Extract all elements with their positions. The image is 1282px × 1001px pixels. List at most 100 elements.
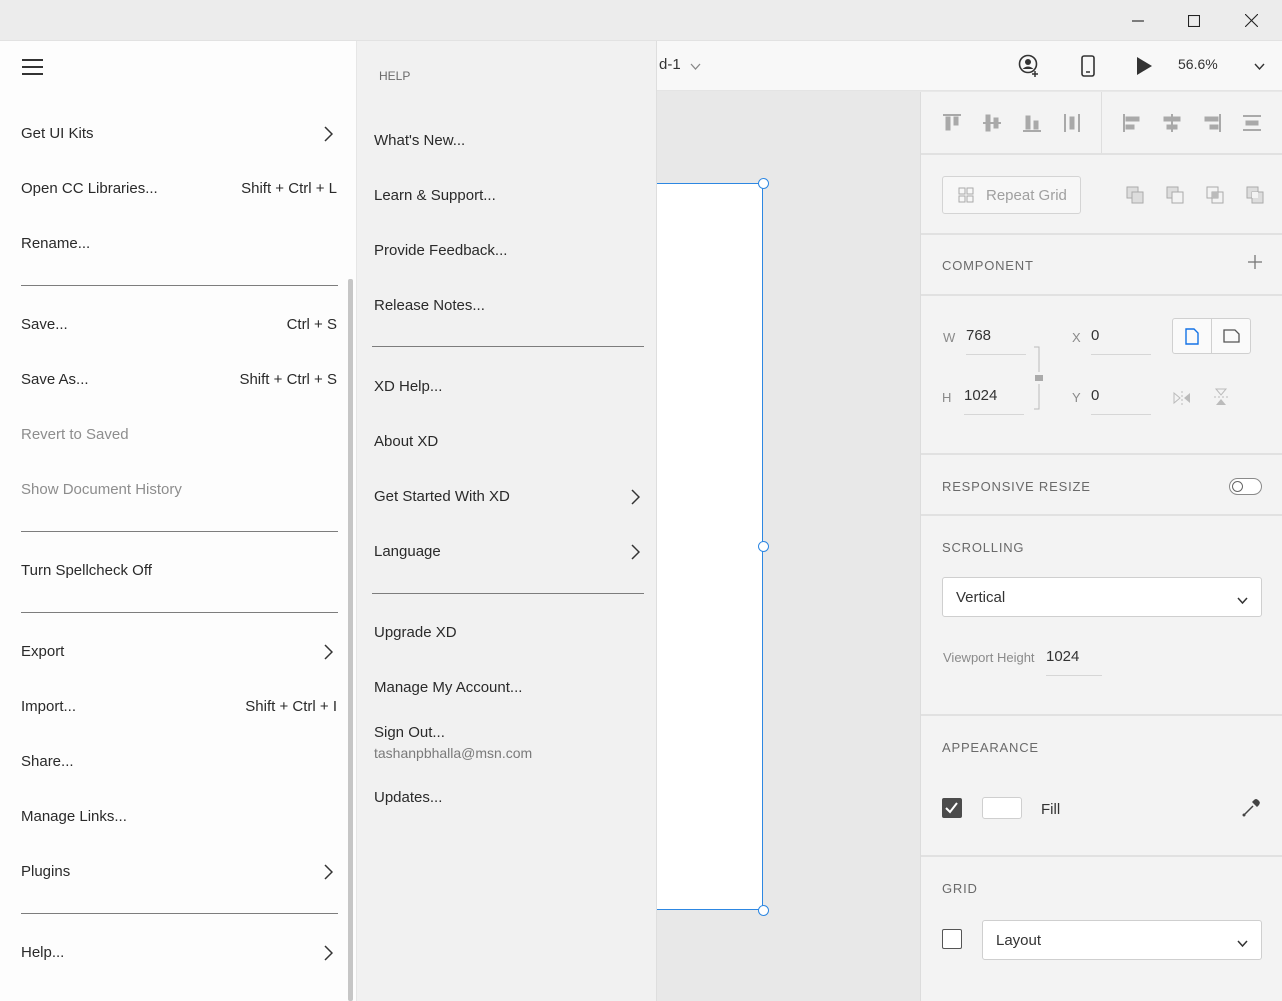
- menu-item-label: Turn Spellcheck Off: [21, 562, 152, 579]
- flip-horizontal-icon[interactable]: [1173, 391, 1191, 408]
- height-input[interactable]: 1024: [964, 387, 1024, 415]
- y-input[interactable]: 0: [1091, 387, 1151, 415]
- help-item-upgrade-xd[interactable]: Upgrade XD: [374, 614, 644, 654]
- help-item-label: Provide Feedback...: [374, 242, 508, 259]
- play-preview-icon[interactable]: [1133, 54, 1155, 78]
- boolean-exclude-icon[interactable]: [1245, 185, 1265, 205]
- align-right-icon[interactable]: [1201, 112, 1223, 134]
- help-item-language[interactable]: Language: [374, 533, 644, 573]
- landscape-icon[interactable]: [1211, 318, 1251, 354]
- zoom-chevron-down-icon[interactable]: [1254, 58, 1265, 74]
- menu-item-label: Open CC Libraries...: [21, 180, 158, 197]
- chevron-right-icon: [324, 945, 334, 965]
- menu-item-manage-links[interactable]: Manage Links...: [21, 798, 337, 838]
- appearance-section: APPEARANCE Fill: [921, 716, 1282, 857]
- align-bottom-icon[interactable]: [1021, 112, 1043, 134]
- menu-item-shortcut: Shift + Ctrl + L: [241, 180, 337, 197]
- help-item-label: Language: [374, 543, 441, 560]
- menu-item-plugins[interactable]: Plugins: [21, 853, 337, 893]
- document-title[interactable]: d-1: [659, 56, 681, 73]
- x-input[interactable]: 0: [1091, 327, 1151, 355]
- scrolling-select[interactable]: Vertical: [942, 577, 1262, 617]
- help-item-label: Manage My Account...: [374, 679, 523, 696]
- help-item-provide-feedback[interactable]: Provide Feedback...: [374, 232, 644, 272]
- grid-checkbox[interactable]: [942, 929, 962, 949]
- grid-type-value: Layout: [996, 931, 1042, 949]
- menu-separator: [21, 531, 338, 532]
- minimize-icon[interactable]: [1115, 0, 1161, 41]
- distribute-vertical-icon[interactable]: [1061, 112, 1083, 134]
- flip-vertical-icon[interactable]: [1214, 388, 1228, 409]
- menu-item-get-ui-kits[interactable]: Get UI Kits: [21, 115, 337, 155]
- menu-item-save[interactable]: Save... Ctrl + S: [21, 306, 337, 346]
- align-left-icon[interactable]: [1121, 112, 1143, 134]
- scrolling-section: SCROLLING Vertical Viewport Height 1024: [921, 516, 1282, 716]
- help-item-xd-help[interactable]: XD Help...: [374, 368, 644, 408]
- app-toolbar: d-1 56.6%: [657, 41, 1282, 91]
- account-email: tashanpbhalla@msn.com: [374, 745, 533, 761]
- help-item-updates[interactable]: Updates...: [374, 779, 644, 819]
- menu-item-label: Save...: [21, 316, 68, 333]
- responsive-resize-toggle[interactable]: [1229, 478, 1262, 495]
- grid-title: GRID: [942, 881, 978, 896]
- fill-checkbox[interactable]: [942, 798, 962, 818]
- align-top-icon[interactable]: [941, 112, 963, 134]
- fill-color-swatch[interactable]: [982, 797, 1022, 819]
- resize-handle-top[interactable]: [758, 178, 769, 189]
- menu-item-save-as[interactable]: Save As... Shift + Ctrl + S: [21, 361, 337, 401]
- help-item-sign-out[interactable]: Sign Out... tashanpbhalla@msn.com: [374, 714, 644, 769]
- help-item-release-notes[interactable]: Release Notes...: [374, 287, 644, 327]
- component-section: COMPONENT: [921, 235, 1282, 296]
- align-center-icon[interactable]: [1161, 112, 1183, 134]
- chevron-right-icon: [324, 644, 334, 664]
- help-item-get-started[interactable]: Get Started With XD: [374, 478, 644, 518]
- grid-type-select[interactable]: Layout: [982, 920, 1262, 960]
- help-item-about-xd[interactable]: About XD: [374, 423, 644, 463]
- add-component-icon[interactable]: [1248, 255, 1262, 272]
- main-menu: Get UI Kits Open CC Libraries... Shift +…: [0, 41, 357, 1001]
- component-title: COMPONENT: [942, 258, 1034, 273]
- menu-item-open-cc-libraries[interactable]: Open CC Libraries... Shift + Ctrl + L: [21, 170, 337, 210]
- repeat-grid-label: Repeat Grid: [986, 186, 1067, 204]
- menu-item-share[interactable]: Share...: [21, 743, 337, 783]
- distribute-horizontal-icon[interactable]: [1241, 112, 1263, 134]
- menu-item-rename[interactable]: Rename...: [21, 225, 337, 265]
- repeat-grid-button[interactable]: Repeat Grid: [942, 176, 1081, 214]
- share-user-icon[interactable]: [1016, 54, 1042, 78]
- y-label: Y: [1072, 390, 1081, 405]
- close-icon[interactable]: [1228, 0, 1274, 41]
- menu-item-label: Manage Links...: [21, 808, 127, 825]
- eyedropper-icon[interactable]: [1241, 798, 1261, 821]
- width-input[interactable]: 768: [966, 327, 1026, 355]
- align-middle-icon[interactable]: [981, 112, 1003, 134]
- boolean-add-icon[interactable]: [1125, 185, 1145, 205]
- boolean-intersect-icon[interactable]: [1205, 185, 1225, 205]
- repeat-grid-icon: [958, 187, 974, 203]
- menu-item-import[interactable]: Import... Shift + Ctrl + I: [21, 688, 337, 728]
- device-preview-icon[interactable]: [1078, 54, 1098, 78]
- menu-item-export[interactable]: Export: [21, 633, 337, 673]
- maximize-icon[interactable]: [1171, 0, 1217, 41]
- design-canvas[interactable]: [657, 92, 920, 1001]
- viewport-height-input[interactable]: 1024: [1046, 648, 1102, 676]
- artboard[interactable]: [657, 183, 763, 910]
- boolean-subtract-icon[interactable]: [1165, 185, 1185, 205]
- resize-handle-middle[interactable]: [758, 541, 769, 552]
- fill-label: Fill: [1041, 801, 1061, 818]
- lock-aspect-icon[interactable]: [1033, 346, 1043, 413]
- help-item-label: Release Notes...: [374, 297, 485, 314]
- menu-item-spellcheck[interactable]: Turn Spellcheck Off: [21, 552, 337, 592]
- chevron-down-icon[interactable]: [690, 58, 701, 74]
- help-item-manage-account[interactable]: Manage My Account...: [374, 669, 644, 709]
- menu-separator: [21, 612, 338, 613]
- help-item-label: What's New...: [374, 132, 466, 149]
- help-item-whats-new[interactable]: What's New...: [374, 122, 644, 162]
- portrait-icon[interactable]: [1172, 318, 1212, 354]
- menu-item-help[interactable]: Help...: [21, 934, 337, 974]
- zoom-level[interactable]: 56.6%: [1178, 56, 1218, 72]
- hamburger-menu-icon[interactable]: [22, 58, 44, 79]
- resize-handle-bottom[interactable]: [758, 905, 769, 916]
- menu-scrollbar[interactable]: [348, 279, 353, 1001]
- help-item-label: Learn & Support...: [374, 187, 496, 204]
- help-item-learn-support[interactable]: Learn & Support...: [374, 177, 644, 217]
